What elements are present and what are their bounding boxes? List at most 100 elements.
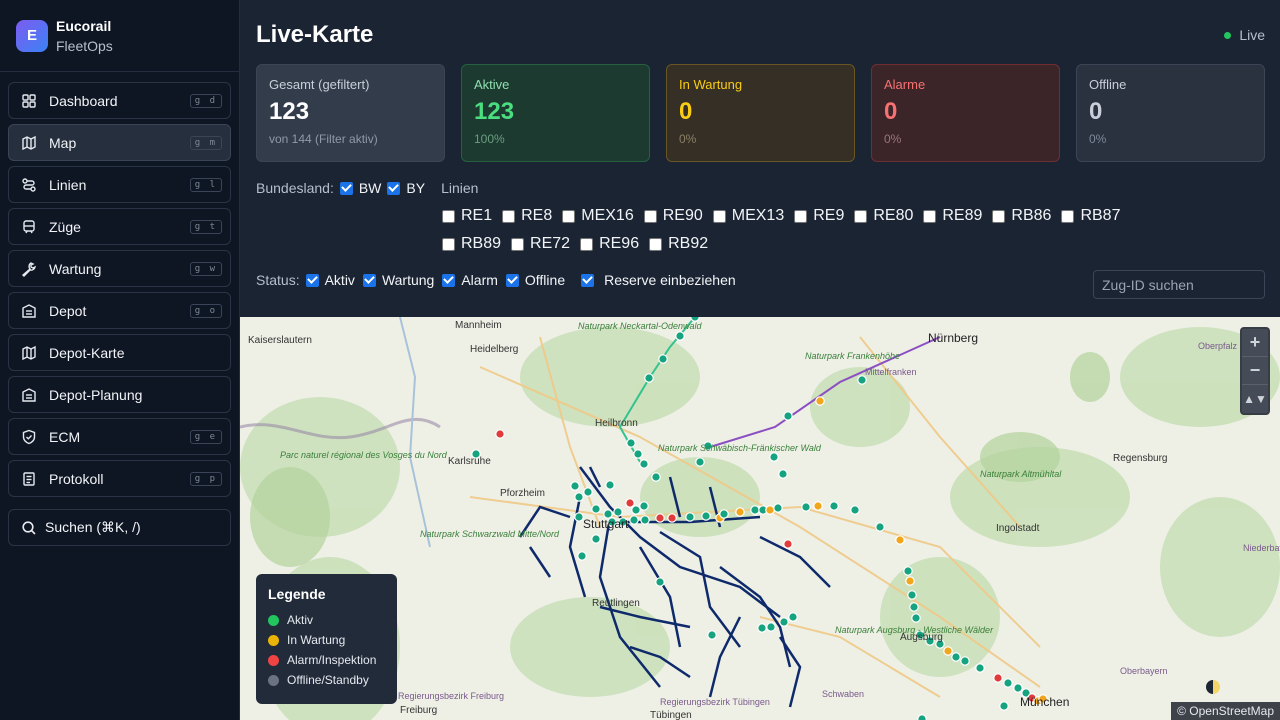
sidebar-item-depot[interactable]: Depot g o [8,292,231,329]
checkbox-box[interactable] [794,209,808,223]
train-marker[interactable] [815,396,825,406]
line-checkbox-re80[interactable]: RE80 [854,202,913,230]
checkbox-box[interactable] [511,237,525,251]
train-marker[interactable] [591,534,601,544]
train-marker[interactable] [757,623,767,633]
reset-north-button[interactable]: ▲▼ [1242,385,1268,413]
train-marker[interactable] [778,469,788,479]
checkbox-box[interactable] [442,209,455,223]
train-marker[interactable] [675,331,685,341]
checkbox-box[interactable] [992,209,1006,223]
train-marker[interactable] [801,502,811,512]
sidebar-item-depot-karte[interactable]: Depot-Karte [8,334,231,371]
checkbox-box[interactable] [339,181,353,195]
train-marker[interactable] [1003,678,1013,688]
train-marker[interactable] [857,375,867,385]
train-marker[interactable] [655,513,665,523]
line-checkbox-re1[interactable]: RE1 [442,202,492,230]
train-marker[interactable] [591,504,601,514]
train-marker[interactable] [644,373,654,383]
train-marker[interactable] [783,411,793,421]
train-marker[interactable] [975,663,985,673]
checkbox-box[interactable] [505,273,519,287]
sidebar-item-züge[interactable]: Züge g t [8,208,231,245]
line-checkbox-rb89[interactable]: RB89 [442,230,501,258]
train-marker[interactable] [875,522,885,532]
checkbox-box[interactable] [502,209,516,223]
line-checkbox-rb87[interactable]: RB87 [1061,202,1120,230]
sidebar-item-linien[interactable]: Linien g l [8,166,231,203]
train-marker[interactable] [779,617,789,627]
train-marker[interactable] [907,590,917,600]
train-marker[interactable] [993,673,1003,683]
train-marker[interactable] [605,480,615,490]
train-marker[interactable] [951,652,961,662]
status-checkbox-wartung[interactable]: Wartung [362,272,434,288]
train-marker[interactable] [960,656,970,666]
line-checkbox-mex13[interactable]: MEX13 [712,202,784,230]
sidebar-item-wartung[interactable]: Wartung g w [8,250,231,287]
sidebar-item-dashboard[interactable]: Dashboard g d [8,82,231,119]
train-marker[interactable] [574,492,584,502]
train-marker[interactable] [658,354,668,364]
train-marker[interactable] [495,429,505,439]
train-marker[interactable] [701,511,711,521]
checkbox-box[interactable] [854,209,868,223]
checkbox-box[interactable] [1061,209,1075,223]
train-marker[interactable] [655,577,665,587]
train-marker[interactable] [769,452,779,462]
theme-toggle-icon[interactable] [1206,680,1220,694]
sidebar-item-ecm[interactable]: ECM g e [8,418,231,455]
train-marker[interactable] [613,507,623,517]
train-marker[interactable] [829,501,839,511]
train-marker[interactable] [633,449,643,459]
checkbox-box[interactable] [643,209,657,223]
line-checkbox-mex16[interactable]: MEX16 [562,202,634,230]
zoom-in-button[interactable]: + [1242,329,1268,357]
train-marker[interactable] [640,515,650,525]
status-checkbox-alarm[interactable]: Alarm [442,272,498,288]
train-marker[interactable] [631,505,641,515]
train-marker[interactable] [583,487,593,497]
sidebar-item-protokoll[interactable]: Protokoll g p [8,460,231,497]
train-marker[interactable] [911,613,921,623]
train-marker[interactable] [903,566,913,576]
global-search-button[interactable]: Suchen (⌘K, /) [8,509,231,546]
zoom-out-button[interactable]: − [1242,357,1268,385]
train-marker[interactable] [639,501,649,511]
train-marker[interactable] [1013,683,1023,693]
checkbox-box[interactable] [581,273,595,287]
train-marker[interactable] [917,714,927,720]
train-marker[interactable] [909,602,919,612]
train-marker[interactable] [639,459,649,469]
train-marker[interactable] [707,630,717,640]
train-marker[interactable] [750,505,760,515]
checkbox-box[interactable] [649,237,663,251]
train-marker[interactable] [625,498,635,508]
train-marker[interactable] [685,512,695,522]
train-marker[interactable] [735,507,745,517]
train-marker[interactable] [765,505,775,515]
train-marker[interactable] [651,472,661,482]
train-marker[interactable] [766,622,776,632]
train-id-search-input[interactable] [1093,270,1265,299]
status-checkbox-aktiv[interactable]: Aktiv [305,272,355,288]
state-checkbox-bw[interactable]: BW [339,180,381,196]
state-checkbox-by[interactable]: BY [387,180,425,196]
line-checkbox-re90[interactable]: RE90 [643,202,703,230]
reserve-checkbox[interactable]: Reserve einbeziehen [581,272,736,288]
train-marker[interactable] [629,515,639,525]
line-checkbox-re72[interactable]: RE72 [511,230,570,258]
train-marker[interactable] [850,505,860,515]
checkbox-box[interactable] [362,273,376,287]
train-marker[interactable] [773,503,783,513]
map-attribution[interactable]: © OpenStreetMap [1171,702,1280,720]
line-checkbox-re96[interactable]: RE96 [580,230,639,258]
checkbox-box[interactable] [387,181,401,195]
train-marker[interactable] [943,646,953,656]
train-marker[interactable] [788,612,798,622]
checkbox-box[interactable] [580,237,594,251]
train-marker[interactable] [813,501,823,511]
line-checkbox-re8[interactable]: RE8 [502,202,552,230]
checkbox-box[interactable] [923,209,937,223]
